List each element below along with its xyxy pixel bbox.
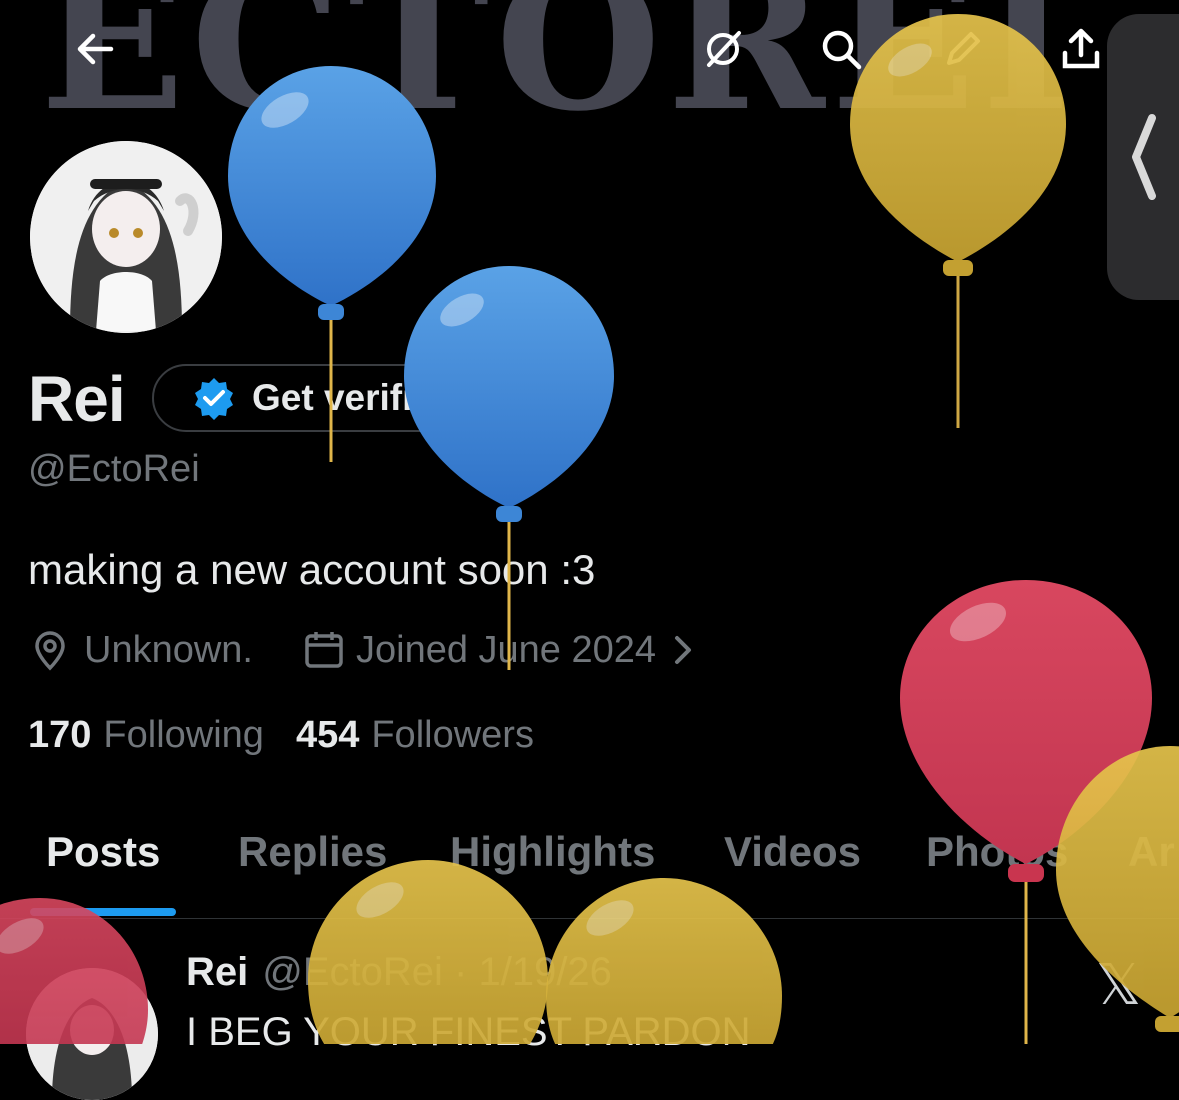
following-link[interactable]: 170 Following xyxy=(28,714,264,757)
profile-banner[interactable]: ECTOREI xyxy=(0,0,1179,140)
chevron-left-icon xyxy=(1132,114,1156,200)
chevron-right-icon xyxy=(675,636,692,664)
joined-date[interactable]: Joined June 2024 xyxy=(302,628,698,672)
post-handle-date: @EctoRei · 1/19/26 xyxy=(262,950,612,994)
followers-label: Followers xyxy=(371,714,534,756)
follow-stats: 170 Following 454 Followers xyxy=(28,714,534,757)
tab-highlights[interactable]: Highlights xyxy=(450,828,655,876)
avatar-illustration xyxy=(30,141,222,333)
following-label: Following xyxy=(103,714,264,756)
joined-text: Joined June 2024 xyxy=(356,628,657,671)
profile-name: Rei xyxy=(28,363,126,435)
location: Unknown. xyxy=(28,628,253,672)
followers-count: 454 xyxy=(295,714,360,756)
side-panel-handle[interactable] xyxy=(1107,14,1179,300)
edit-icon[interactable] xyxy=(928,14,998,84)
post-header: Rei @EctoRei · 1/19/26 xyxy=(186,950,612,995)
profile-tabs: Posts Replies Highlights Videos Photos A… xyxy=(0,822,1179,919)
x-logo-icon: 𝕏 xyxy=(1096,953,1142,1016)
get-verified-button[interactable]: Get verified xyxy=(152,364,502,432)
post-avatar-illustration xyxy=(26,968,158,1100)
search-icon[interactable] xyxy=(806,14,876,84)
tab-videos[interactable]: Videos xyxy=(724,828,861,876)
following-count: 170 xyxy=(28,714,92,756)
tab-replies[interactable]: Replies xyxy=(238,828,387,876)
active-tab-indicator xyxy=(30,908,176,916)
get-verified-label: Get verified xyxy=(252,377,456,418)
grok-icon[interactable] xyxy=(688,14,758,84)
back-arrow-icon[interactable] xyxy=(60,14,130,84)
verified-badge-icon xyxy=(195,378,233,420)
post-avatar[interactable] xyxy=(26,968,158,1100)
location-text: Unknown. xyxy=(84,628,253,671)
followers-link[interactable]: 454 Followers xyxy=(296,714,534,757)
share-icon[interactable] xyxy=(1046,14,1116,84)
calendar-icon xyxy=(305,632,343,668)
profile-avatar[interactable] xyxy=(26,137,226,337)
profile-handle: @EctoRei xyxy=(28,448,200,490)
post-text: I BEG YOUR FINEST PARDON xyxy=(186,1010,751,1054)
post-author-name[interactable]: Rei xyxy=(186,950,248,994)
tab-photos[interactable]: Photos xyxy=(926,828,1068,876)
location-pin-icon xyxy=(35,631,65,671)
profile-bio: making a new account soon :3 xyxy=(28,546,596,593)
tab-posts[interactable]: Posts xyxy=(46,828,160,876)
banner-lettering: ECTOREI xyxy=(40,0,1077,140)
tab-articles[interactable]: Ar xyxy=(1128,828,1175,876)
blue-balloon-icon xyxy=(404,266,614,670)
